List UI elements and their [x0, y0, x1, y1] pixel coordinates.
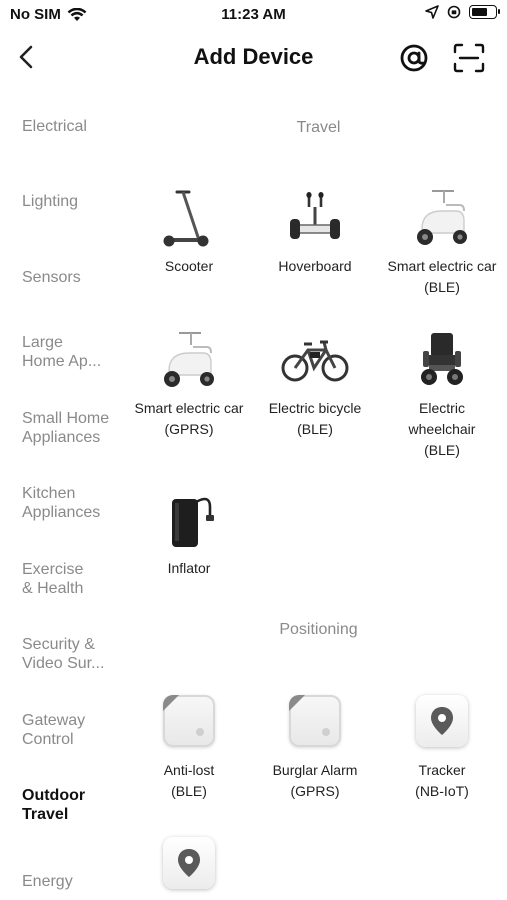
- category-sidebar: Electrical Lighting Sensors Large Home A…: [0, 88, 130, 900]
- tag-icon: [163, 695, 215, 747]
- hoverboard-icon: [280, 182, 350, 252]
- device-smart-electric-car-gprs[interactable]: Smart electric car (GPRS): [126, 324, 252, 440]
- device-smart-electric-car-ble[interactable]: Smart electric car (BLE): [379, 182, 505, 298]
- sidebar-item-security-video[interactable]: Security & Video Sur...: [22, 635, 127, 673]
- orientation-lock-icon: [447, 5, 461, 19]
- sidebar-item-label: Electrical: [22, 118, 87, 135]
- device-label: Electric bicycle (BLE): [268, 400, 362, 437]
- sidebar-item-outdoor-travel[interactable]: Outdoor Travel: [22, 786, 127, 824]
- device-scooter[interactable]: Scooter: [126, 182, 252, 277]
- electric-moped-icon: [154, 324, 224, 394]
- sidebar-item-label: Exercise & Health: [22, 561, 84, 597]
- device-label: Electric wheelchair (BLE): [408, 400, 476, 458]
- section-title-travel: Travel: [296, 119, 341, 136]
- chevron-left-icon: [19, 45, 33, 69]
- section-title-positioning: Positioning: [279, 621, 358, 638]
- scooter-icon: [154, 182, 224, 252]
- sidebar-item-label: Sensors: [22, 269, 81, 286]
- device-tracker-2[interactable]: [126, 828, 252, 900]
- at-sign-icon: [400, 44, 428, 72]
- device-image: [154, 828, 224, 898]
- device-label: Hoverboard: [278, 258, 352, 274]
- device-label: Smart electric car (BLE): [387, 258, 497, 295]
- battery-icon: [469, 5, 500, 19]
- electric-moped-icon: [407, 182, 477, 252]
- scan-icon: [453, 43, 485, 73]
- sidebar-item-lighting[interactable]: Lighting: [22, 192, 127, 211]
- sidebar-item-label: Security & Video Sur...: [22, 636, 105, 672]
- sidebar-item-sensors[interactable]: Sensors: [22, 268, 127, 287]
- scan-button[interactable]: [452, 42, 486, 74]
- wheelchair-icon: [407, 324, 477, 394]
- inflator-icon: [154, 484, 224, 554]
- sidebar-item-label: Gateway Control: [22, 712, 86, 748]
- sidebar-item-exercise-health[interactable]: Exercise & Health: [22, 560, 127, 598]
- device-hoverboard[interactable]: Hoverboard: [252, 182, 378, 277]
- device-inflator[interactable]: Inflator: [126, 484, 252, 579]
- tag-icon: [289, 695, 341, 747]
- device-image: [280, 686, 350, 756]
- back-button[interactable]: [14, 42, 42, 72]
- device-anti-lost[interactable]: Anti-lost (BLE): [126, 686, 252, 802]
- sidebar-item-label: Kitchen Appliances: [22, 485, 101, 521]
- sidebar-item-gateway-control[interactable]: Gateway Control: [22, 711, 127, 749]
- device-electric-wheelchair[interactable]: Electric wheelchair (BLE): [379, 324, 505, 461]
- device-image: [154, 686, 224, 756]
- sidebar-item-kitchen-appliances[interactable]: Kitchen Appliances: [22, 484, 127, 522]
- bicycle-icon: [280, 324, 350, 394]
- sidebar-item-energy[interactable]: Energy: [22, 872, 127, 891]
- sidebar-item-label: Large Home Ap...: [22, 334, 102, 370]
- location-arrow-icon: [425, 5, 439, 19]
- sidebar-item-label: Outdoor Travel: [22, 787, 86, 823]
- device-label: Inflator: [167, 560, 211, 576]
- status-bar: No SIM 11:23 AM: [0, 0, 507, 30]
- sidebar-item-large-home-appliances[interactable]: Large Home Ap...: [22, 333, 127, 371]
- sidebar-item-small-home-appliances[interactable]: Small Home Appliances: [22, 409, 127, 447]
- nav-bar: Add Device: [0, 34, 507, 82]
- device-label: Tracker (NB-IoT): [415, 762, 469, 799]
- sidebar-item-electrical[interactable]: Electrical: [22, 117, 127, 136]
- device-label: Anti-lost (BLE): [163, 762, 215, 799]
- sidebar-item-label: Lighting: [22, 193, 79, 210]
- at-button[interactable]: [398, 42, 430, 74]
- battery-level: [472, 8, 487, 16]
- device-electric-bicycle[interactable]: Electric bicycle (BLE): [252, 324, 378, 440]
- location-pin-icon: [416, 695, 468, 747]
- device-burglar-alarm[interactable]: Burglar Alarm (GPRS): [252, 686, 378, 802]
- device-catalog: Travel Scooter Hoverboard Smart electric…: [130, 88, 507, 900]
- device-label: Smart electric car (GPRS): [134, 400, 244, 437]
- device-tracker[interactable]: Tracker (NB-IoT): [379, 686, 505, 802]
- page-title: Add Device: [193, 44, 314, 69]
- device-image: [407, 686, 477, 756]
- status-right: [425, 5, 500, 19]
- sidebar-item-label: Energy: [22, 873, 73, 890]
- location-pin-icon: [163, 837, 215, 889]
- sidebar-item-label: Small Home Appliances: [22, 410, 110, 446]
- device-label: Burglar Alarm (GPRS): [272, 762, 358, 799]
- device-label: Scooter: [164, 258, 214, 274]
